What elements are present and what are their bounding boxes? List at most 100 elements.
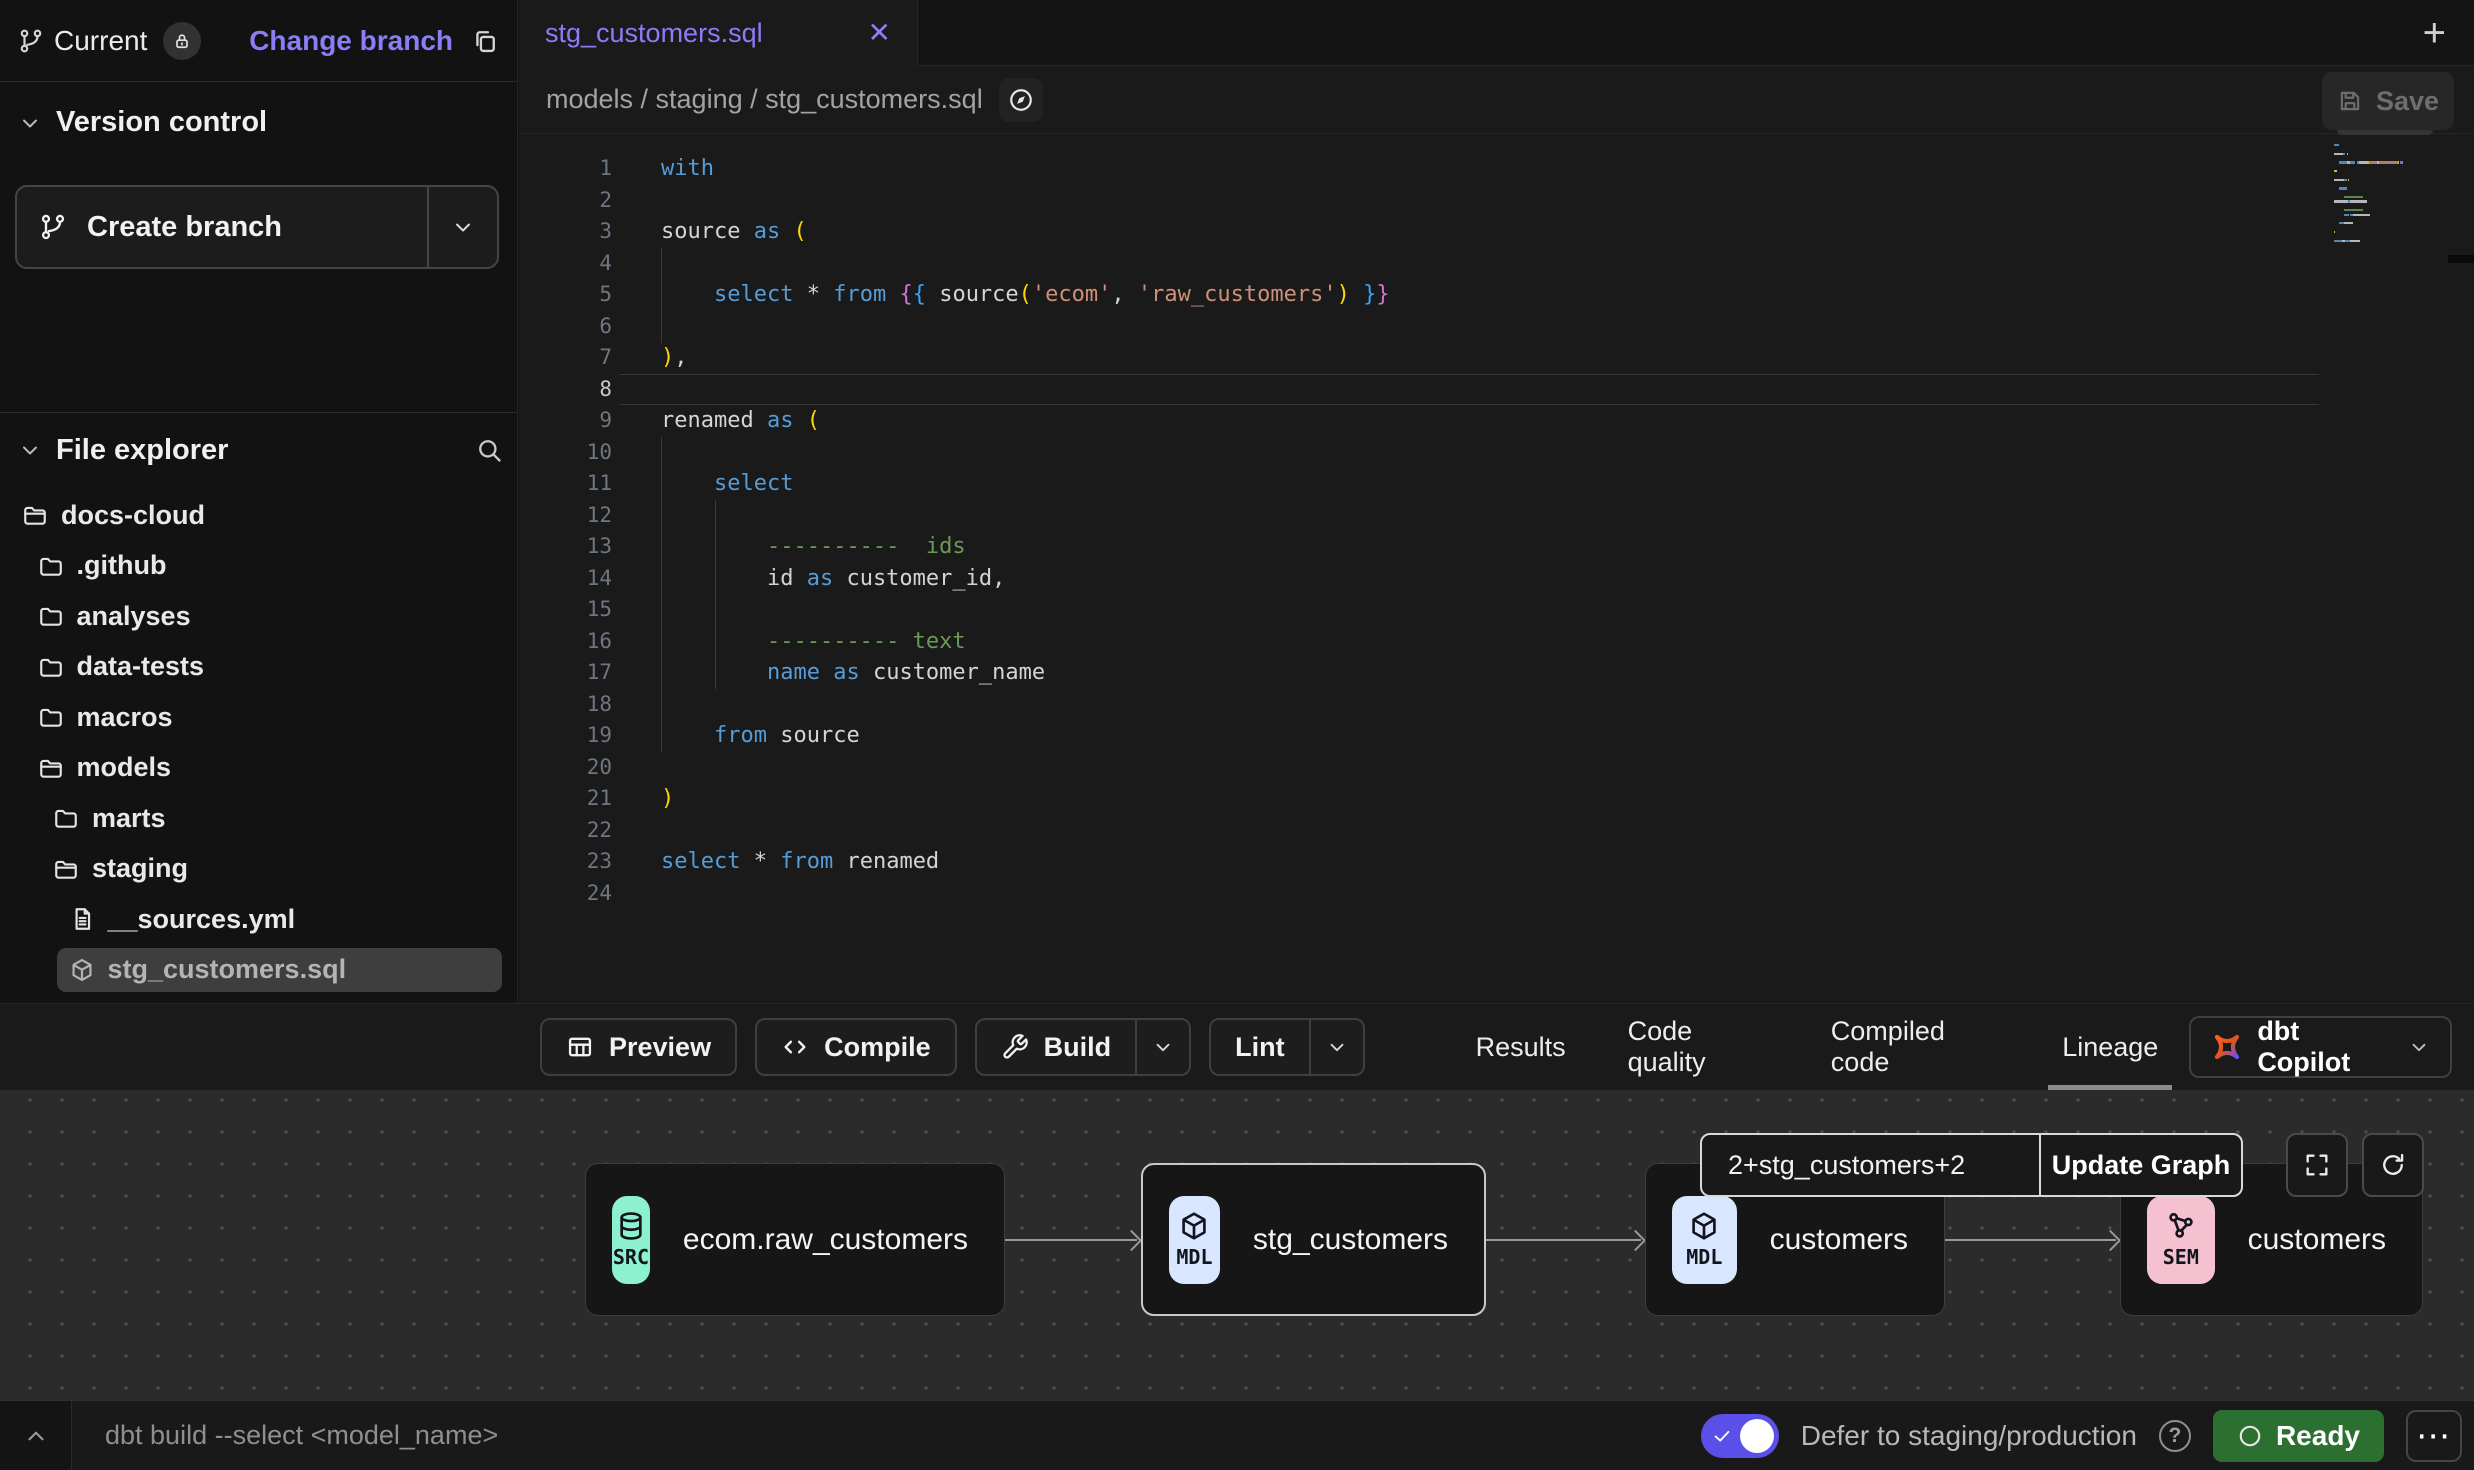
code-line-23[interactable]: 23select * from renamed xyxy=(519,846,2474,878)
file-tree-item-label: macros xyxy=(77,702,173,733)
update-graph-button[interactable]: Update Graph xyxy=(2039,1135,2241,1195)
help-icon[interactable]: ? xyxy=(2159,1420,2191,1452)
build-button[interactable]: Build xyxy=(975,1018,1192,1076)
file-tree-item-label: __sources.yml xyxy=(108,904,296,935)
lineage-panel: SRCecom.raw_customersMDLstg_customersMDL… xyxy=(0,1090,2474,1400)
code-line-1[interactable]: 1with xyxy=(519,153,2474,185)
chevron-down-icon[interactable] xyxy=(18,111,42,135)
lineage-node-ecom-raw-customers[interactable]: SRCecom.raw_customers xyxy=(585,1163,1005,1316)
lineage-filter-input[interactable]: 2+stg_customers+2 xyxy=(1702,1135,2039,1195)
code-line-24[interactable]: 24 xyxy=(519,878,2474,910)
create-branch-dropdown[interactable] xyxy=(427,187,497,267)
code-line-12[interactable]: 12 xyxy=(519,500,2474,532)
lineage-node-stg-customers[interactable]: MDLstg_customers xyxy=(1141,1163,1486,1316)
code-line-8[interactable]: 8 xyxy=(519,374,2474,406)
lint-dropdown[interactable] xyxy=(1309,1020,1363,1074)
file-tree-item-staging[interactable]: staging xyxy=(0,844,517,895)
file-tree-item-marts[interactable]: marts xyxy=(0,793,517,844)
line-number: 21 xyxy=(519,783,612,815)
node-label: stg_customers xyxy=(1253,1223,1448,1257)
line-number: 15 xyxy=(519,594,612,626)
code-icon xyxy=(781,1033,809,1061)
folder-icon xyxy=(53,805,79,831)
code-line-20[interactable]: 20 xyxy=(519,752,2474,784)
search-icon[interactable] xyxy=(475,436,503,464)
code-line-13[interactable]: 13 ---------- ids xyxy=(519,531,2474,563)
create-branch-button[interactable]: Create branch xyxy=(15,185,499,269)
ide-status-badge[interactable]: Ready xyxy=(2213,1410,2384,1462)
code-line-11[interactable]: 11 select xyxy=(519,468,2474,500)
code-line-7[interactable]: 7), xyxy=(519,342,2474,374)
defer-toggle[interactable] xyxy=(1701,1414,1779,1458)
button-label: Build xyxy=(1044,1032,1112,1063)
code-line-3[interactable]: 3source as ( xyxy=(519,216,2474,248)
code-line-19[interactable]: 19 from source xyxy=(519,720,2474,752)
code-editor[interactable]: 1with23source as (45 select * from {{ so… xyxy=(519,135,2474,1003)
code-text: id as customer_id, xyxy=(661,563,1005,595)
copy-icon[interactable] xyxy=(471,27,499,55)
code-line-14[interactable]: 14 id as customer_id, xyxy=(519,563,2474,595)
preview-button[interactable]: Preview xyxy=(540,1018,737,1076)
ready-label: Ready xyxy=(2276,1420,2360,1452)
cube-icon xyxy=(69,957,95,983)
tab-stg-customers-sql[interactable]: stg_customers.sql ✕ xyxy=(519,0,918,66)
build-dropdown[interactable] xyxy=(1135,1020,1189,1074)
panel-tab-code-quality[interactable]: Code quality xyxy=(1597,1004,1800,1090)
code-line-18[interactable]: 18 xyxy=(519,689,2474,721)
cube-icon xyxy=(1688,1210,1720,1242)
file-tree-item-stg-customers-sql[interactable]: stg_customers.sql xyxy=(0,945,517,996)
tab-label: stg_customers.sql xyxy=(545,18,763,49)
code-line-17[interactable]: 17 name as customer_name xyxy=(519,657,2474,689)
file-tree-item-analyses[interactable]: analyses xyxy=(0,591,517,642)
code-line-10[interactable]: 10 xyxy=(519,437,2474,469)
refresh-button[interactable] xyxy=(2362,1133,2424,1197)
more-options-button[interactable]: ⋯ xyxy=(2406,1410,2462,1462)
file-tree-item--sources-yml[interactable]: __sources.yml xyxy=(0,894,517,945)
code-line-15[interactable]: 15 xyxy=(519,594,2474,626)
collapse-command-bar-button[interactable] xyxy=(0,1401,72,1470)
new-tab-button[interactable]: + xyxy=(2423,0,2446,66)
line-number: 19 xyxy=(519,720,612,752)
compile-button[interactable]: Compile xyxy=(755,1018,957,1076)
code-line-22[interactable]: 22 xyxy=(519,815,2474,847)
floppy-icon xyxy=(2337,88,2363,114)
panel-tab-compiled-code[interactable]: Compiled code xyxy=(1800,1004,2031,1090)
change-branch-link[interactable]: Change branch xyxy=(249,25,453,57)
code-line-21[interactable]: 21) xyxy=(519,783,2474,815)
code-line-16[interactable]: 16 ---------- text xyxy=(519,626,2474,658)
file-tree-item-label: docs-cloud xyxy=(61,500,205,531)
folder-icon xyxy=(38,603,64,629)
status-circle-icon xyxy=(2237,1423,2263,1449)
panel-tab-results[interactable]: Results xyxy=(1445,1004,1597,1090)
chevron-down-icon xyxy=(2408,1036,2430,1058)
minimap[interactable] xyxy=(2330,143,2422,247)
scrollbar-marker[interactable] xyxy=(2448,255,2474,263)
code-line-5[interactable]: 5 select * from {{ source('ecom', 'raw_c… xyxy=(519,279,2474,311)
lineage-edge xyxy=(1005,1239,1137,1241)
code-text: ---------- text xyxy=(661,626,966,658)
file-tree-item-macros[interactable]: macros xyxy=(0,692,517,743)
file-tree-item-data-tests[interactable]: data-tests xyxy=(0,642,517,693)
save-button[interactable]: Save xyxy=(2322,72,2454,130)
panel-tab-lineage[interactable]: Lineage xyxy=(2031,1004,2189,1090)
refresh-icon xyxy=(2379,1151,2407,1179)
code-line-4[interactable]: 4 xyxy=(519,248,2474,280)
file-tree-item-docs-cloud[interactable]: docs-cloud xyxy=(0,490,517,541)
dbt-copilot-button[interactable]: dbt Copilot xyxy=(2189,1016,2452,1078)
fullscreen-button[interactable] xyxy=(2286,1133,2348,1197)
lint-button[interactable]: Lint xyxy=(1209,1018,1364,1076)
line-number: 16 xyxy=(519,626,612,658)
code-line-6[interactable]: 6 xyxy=(519,311,2474,343)
command-input[interactable]: dbt build --select <model_name> xyxy=(105,1401,498,1470)
lineage-edge xyxy=(1486,1239,1641,1241)
folder-open-icon xyxy=(53,856,79,882)
code-line-9[interactable]: 9renamed as ( xyxy=(519,405,2474,437)
close-icon[interactable]: ✕ xyxy=(868,19,891,47)
chevron-down-icon[interactable] xyxy=(18,438,42,462)
folder-icon xyxy=(38,553,64,579)
copilot-compass-button[interactable] xyxy=(999,78,1043,122)
file-tree-item--github[interactable]: .github xyxy=(0,541,517,592)
code-line-2[interactable]: 2 xyxy=(519,185,2474,217)
code-text: name as customer_name xyxy=(661,657,1045,689)
file-tree-item-models[interactable]: models xyxy=(0,743,517,794)
